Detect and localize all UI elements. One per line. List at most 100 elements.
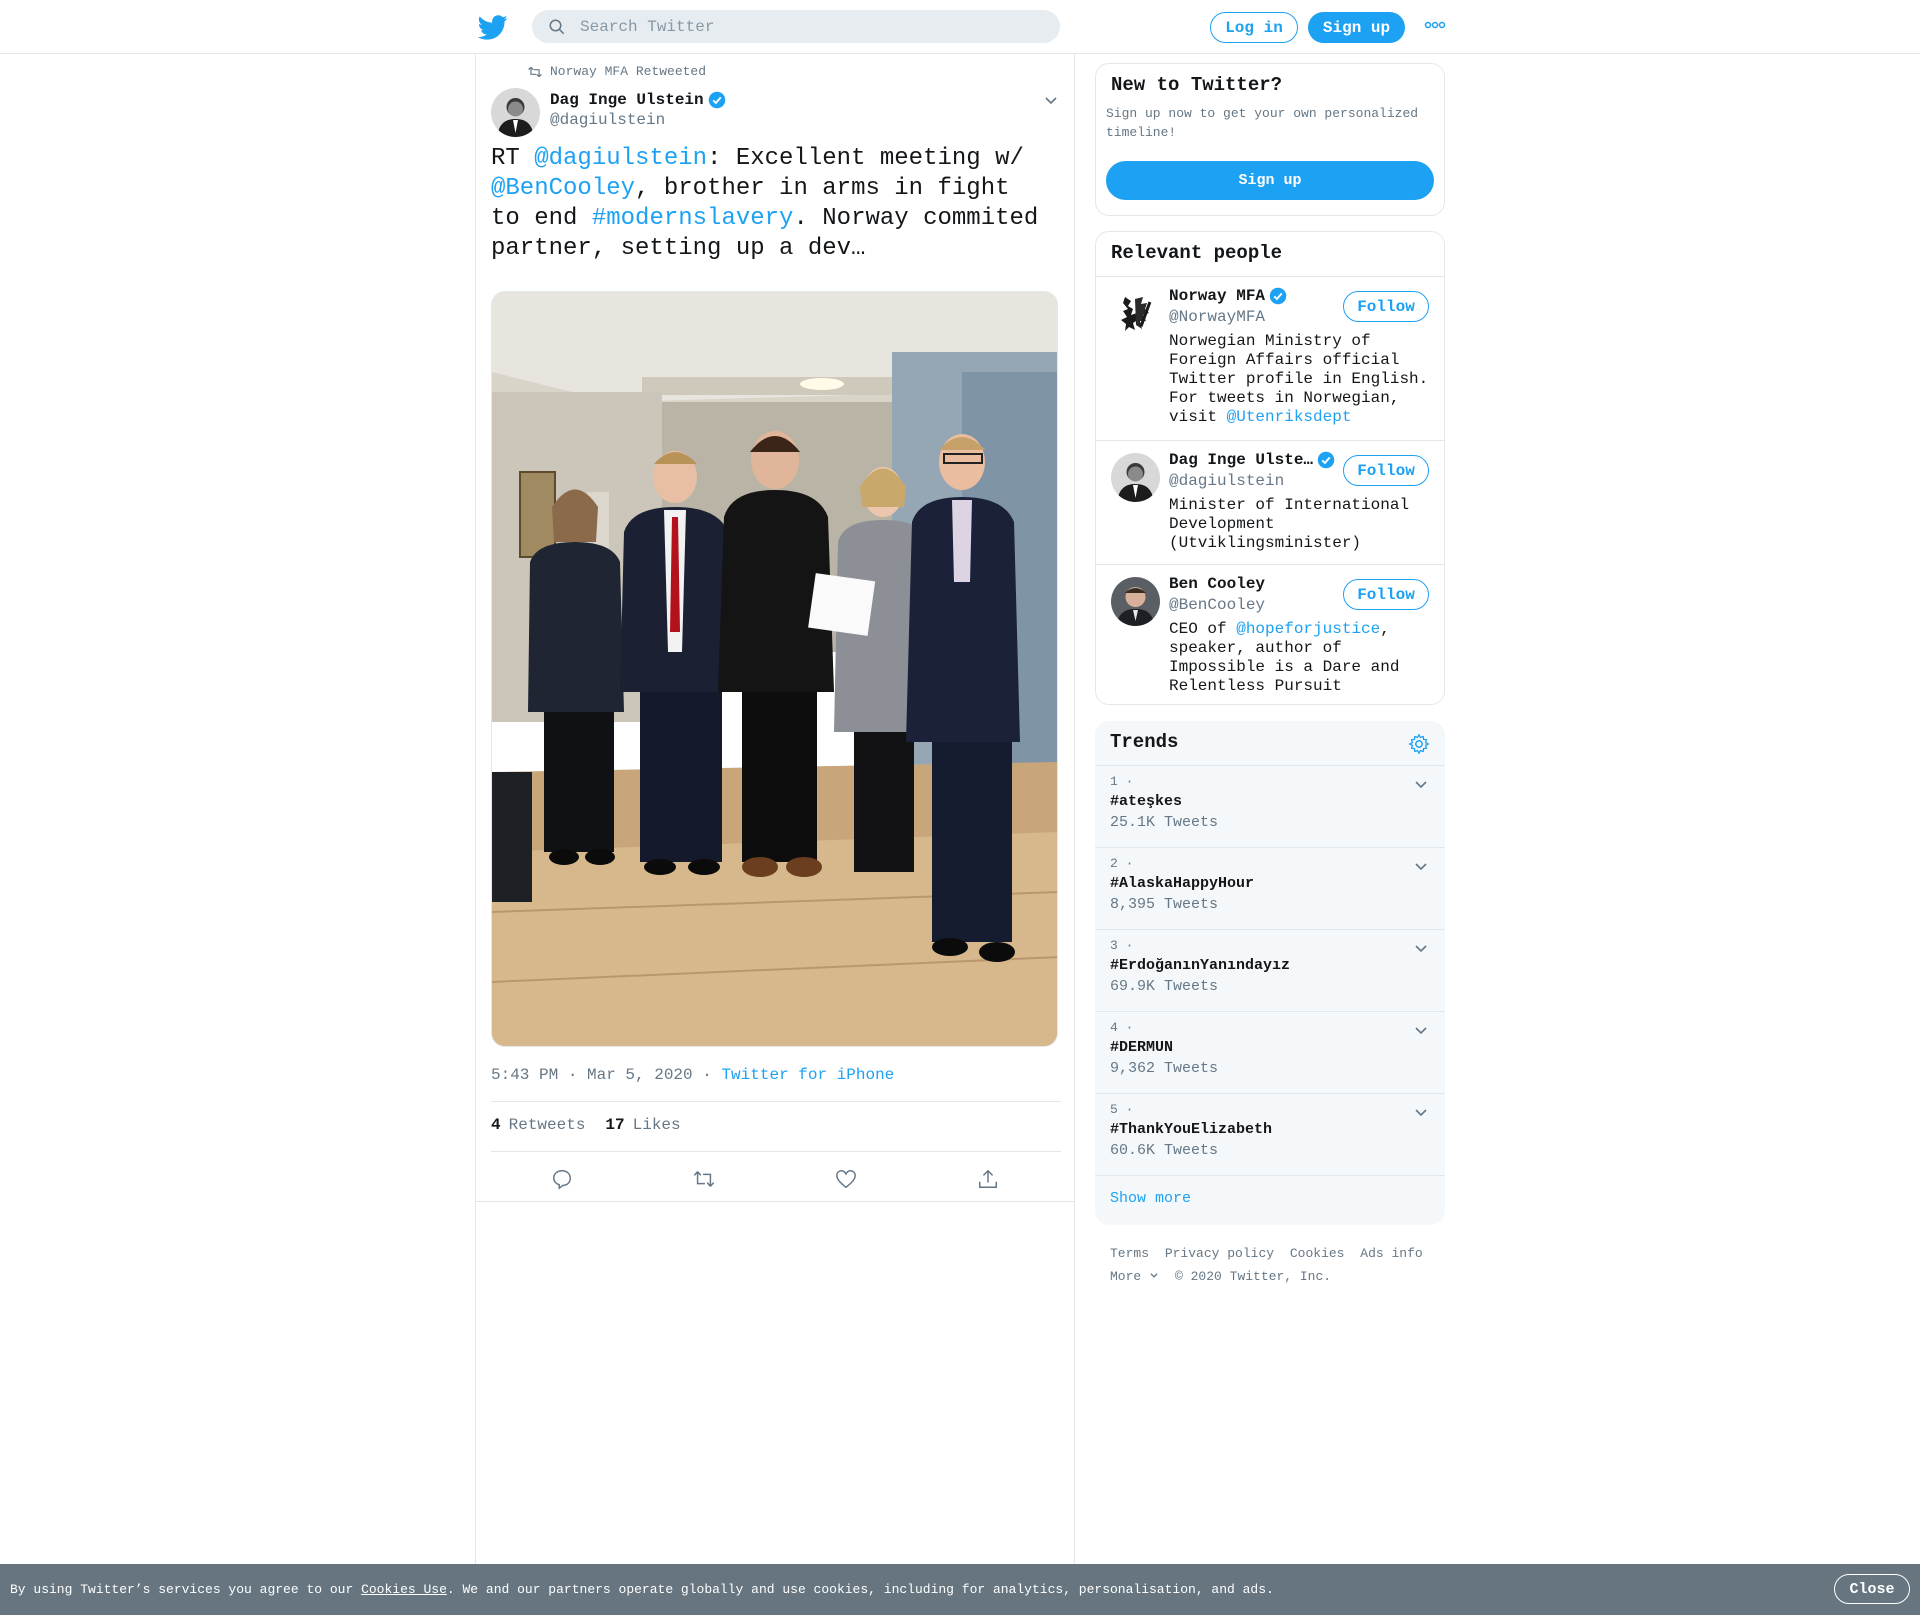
divider [476,1201,1074,1202]
person-name[interactable]: Ben Cooley [1169,575,1265,593]
follow-button[interactable]: Follow [1343,455,1429,486]
retweets-stat[interactable]: 4 Retweets [491,1116,585,1134]
top-bar: Search Twitter Log in Sign up [0,0,1920,54]
person-name-text[interactable]: Dag Inge Ulste… [1169,451,1313,469]
person-bio-link[interactable]: @Utenriksdept [1227,408,1352,426]
likes-stat[interactable]: 17 Likes [605,1116,680,1134]
footer-link-terms[interactable]: Terms [1110,1246,1149,1261]
person-item[interactable]: Dag Inge Ulste… @dagiulstein Follow Mini… [1096,441,1444,565]
person-name-text[interactable]: Ben Cooley [1169,575,1265,593]
divider [491,1151,1061,1152]
person-handle[interactable]: @dagiulstein [1169,472,1284,490]
new-to-twitter-title: New to Twitter? [1111,74,1283,96]
author-avatar[interactable] [491,88,540,137]
login-button[interactable]: Log in [1210,12,1298,43]
chevron-down-icon[interactable] [1413,858,1429,874]
footer-link-privacy[interactable]: Privacy policy [1165,1246,1274,1261]
person-bio: Norwegian Ministry of Foreign Affairs of… [1169,332,1434,427]
sidebar-footer: Terms Privacy policy Cookies Ads info Mo… [1110,1242,1440,1288]
trend-rank: 2 · [1110,856,1134,871]
gear-icon[interactable] [1408,733,1430,755]
signup-button[interactable]: Sign up [1308,12,1405,43]
author-name-text[interactable]: Dag Inge Ulstein [550,91,704,109]
likes-label: Likes [632,1116,681,1134]
cookies-use-link[interactable]: Cookies Use [361,1582,447,1597]
like-icon[interactable] [835,1168,857,1190]
tweet-source-link[interactable]: Twitter for iPhone [721,1066,894,1084]
tweet-time[interactable]: 5:43 PM · Mar 5, 2020 · [491,1066,712,1084]
trend-item[interactable]: 4 · #DERMUN 9,362 Tweets [1095,1012,1445,1094]
chevron-down-icon[interactable] [1413,1022,1429,1038]
trend-name[interactable]: #DERMUN [1110,1039,1173,1056]
tweet-timestamp: 5:43 PM · Mar 5, 2020 · Twitter for iPho… [491,1066,894,1084]
person-name-text[interactable]: Norway MFA [1169,287,1265,305]
person-name[interactable]: Dag Inge Ulste… [1169,451,1335,469]
person-name[interactable]: Norway MFA [1169,287,1287,305]
cookie-text: By using Twitter’s services you agree to… [10,1582,1274,1597]
trend-item[interactable]: 1 · #ateşkes 25.1K Tweets [1095,766,1445,848]
trend-count: 60.6K Tweets [1110,1142,1219,1159]
trend-item[interactable]: 3 · #ErdoğanınYanındayız 69.9K Tweets [1095,930,1445,1012]
trend-item[interactable]: 5 · #ThankYouElizabeth 60.6K Tweets [1095,1094,1445,1176]
retweeted-by-label: Norway MFA Retweeted [550,64,707,79]
chevron-down-icon[interactable] [1043,92,1059,108]
relevant-people-card: Relevant people Norway MFA @NorwayMFA Fo… [1095,231,1445,705]
trend-name[interactable]: #ateşkes [1110,793,1182,810]
verified-badge-icon [1269,287,1287,305]
tweet-stats: 4 Retweets 17 Likes [491,1116,681,1134]
tweet-text-segment: : Excellent meeting w/ [707,145,1024,172]
retweet-small-icon [528,66,542,77]
person-bio-link[interactable]: @hopeforjustice [1236,620,1380,638]
footer-more-button[interactable]: More [1110,1269,1159,1284]
trend-name[interactable]: #ErdoğanınYanındayız [1110,957,1290,974]
person-item[interactable]: Ben Cooley @BenCooley Follow CEO of @hop… [1096,565,1444,703]
tweet-link[interactable]: @dagiulstein [534,145,707,172]
search-input[interactable]: Search Twitter [532,10,1060,43]
show-more-link[interactable]: Show more [1110,1190,1191,1207]
author-name[interactable]: Dag Inge Ulstein [550,91,726,109]
trend-item[interactable]: 2 · #AlaskaHappyHour 8,395 Tweets [1095,848,1445,930]
chevron-down-icon[interactable] [1413,940,1429,956]
person-handle[interactable]: @NorwayMFA [1169,308,1265,326]
verified-badge-icon [1317,451,1335,469]
person-handle[interactable]: @BenCooley [1169,596,1265,614]
tweet-photo[interactable] [491,291,1058,1047]
search-icon [549,19,565,35]
retweet-icon[interactable] [693,1168,715,1190]
tweet-column: Norway MFA Retweeted Dag Inge Ulstein @d… [475,54,1075,1564]
trends-title: Trends [1110,731,1179,753]
cookie-text-before: By using Twitter’s services you agree to… [10,1582,362,1597]
trend-count: 25.1K Tweets [1110,814,1219,831]
retweets-count: 4 [491,1116,501,1134]
trend-name[interactable]: #ThankYouElizabeth [1110,1121,1272,1138]
cookie-banner: By using Twitter’s services you agree to… [0,1564,1920,1615]
trend-name[interactable]: #AlaskaHappyHour [1110,875,1254,892]
author-handle[interactable]: @dagiulstein [550,111,665,129]
person-avatar[interactable] [1111,453,1160,502]
sidebar-signup-button[interactable]: Sign up [1106,161,1434,200]
tweet-text: RT @dagiulstein: Excellent meeting w/ @B… [491,144,1051,264]
footer-link-cookies[interactable]: Cookies [1290,1246,1345,1261]
trends-card: Trends 1 · #ateşkes 25.1K Tweets 2 · #Al… [1095,721,1445,1225]
trend-rank: 1 · [1110,774,1134,789]
chevron-down-icon[interactable] [1413,1104,1429,1120]
share-icon[interactable] [977,1168,999,1190]
person-item[interactable]: Norway MFA @NorwayMFA Follow Norwegian M… [1096,277,1444,441]
tweet-link[interactable]: #modernslavery [592,205,794,232]
cookie-close-button[interactable]: Close [1834,1574,1910,1604]
reply-icon[interactable] [551,1168,573,1190]
trend-rank: 3 · [1110,938,1134,953]
trend-count: 8,395 Tweets [1110,896,1219,913]
search-placeholder: Search Twitter [580,17,715,36]
person-avatar[interactable] [1111,289,1160,338]
follow-button[interactable]: Follow [1343,291,1429,322]
twitter-logo-icon[interactable] [478,12,508,42]
tweet-link[interactable]: @BenCooley [491,175,635,202]
trend-rank: 4 · [1110,1020,1134,1035]
more-options-icon[interactable] [1424,18,1446,32]
retweet-context: Norway MFA Retweeted [528,64,706,79]
follow-button[interactable]: Follow [1343,579,1429,610]
chevron-down-icon[interactable] [1413,776,1429,792]
footer-link-ads-info[interactable]: Ads info [1360,1246,1422,1261]
person-avatar[interactable] [1111,577,1160,626]
